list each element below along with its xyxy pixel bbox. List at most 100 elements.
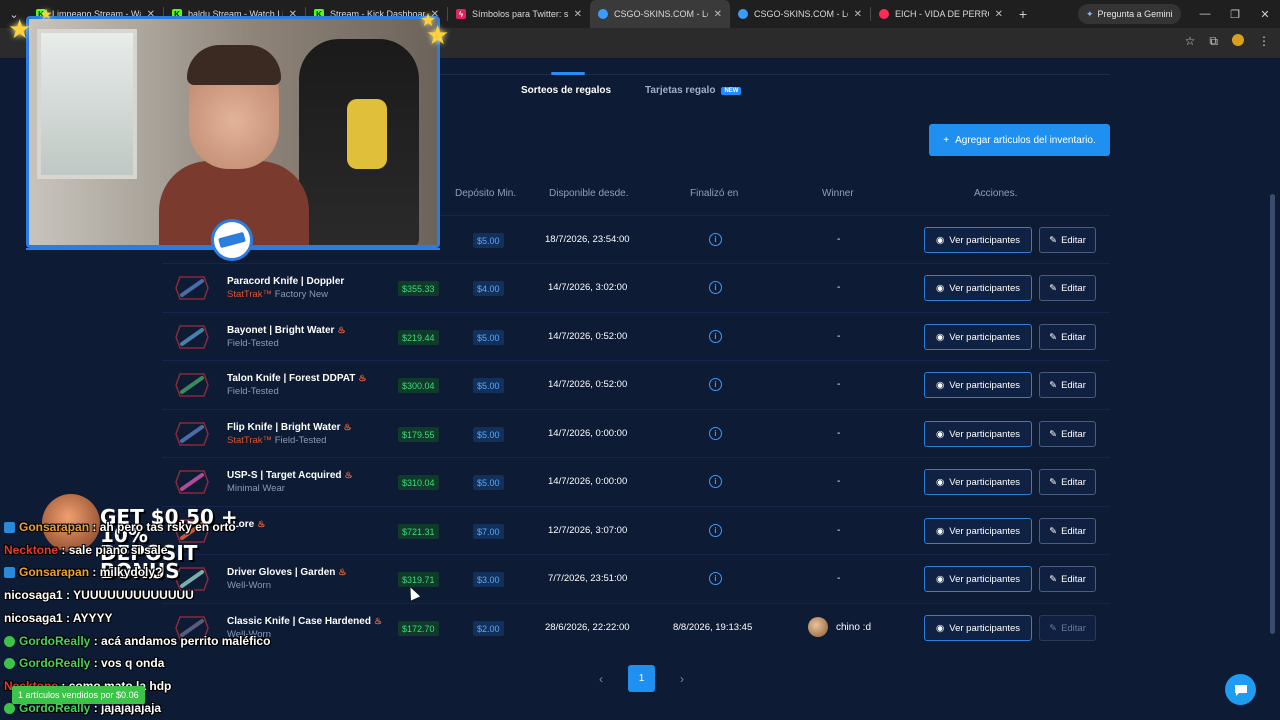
edit-button[interactable]: ✎ Editar xyxy=(1039,518,1096,544)
edit-button[interactable]: ✎ Editar xyxy=(1039,275,1096,301)
min-deposit: $2.00 xyxy=(473,621,504,636)
available-date: 14/7/2026, 0:00:00 xyxy=(548,428,628,439)
view-participants-button[interactable]: ◉ Ver participantes xyxy=(924,324,1032,350)
item-price: $355.33 xyxy=(398,281,439,296)
eye-icon: ◉ xyxy=(935,476,945,488)
info-icon[interactable]: i xyxy=(709,281,722,294)
view-participants-button[interactable]: ◉ Ver participantes xyxy=(924,566,1032,592)
view-participants-button[interactable]: ◉ Ver participantes xyxy=(924,615,1032,641)
more-menu-icon[interactable]: ⋮ xyxy=(1258,34,1270,49)
next-page-icon[interactable]: › xyxy=(673,672,691,686)
gemini-button[interactable]: ✦ Pregunta a Gemini xyxy=(1078,4,1181,24)
item-wear: StatTrak™ Factory New xyxy=(227,289,329,300)
bolt-icon: ϟ xyxy=(456,9,466,19)
profile-avatar[interactable] xyxy=(1232,34,1244,46)
close-tab-icon[interactable]: ✕ xyxy=(995,9,1003,20)
item-wear: StatTrak™ Field-Tested xyxy=(227,435,327,446)
view-participants-button[interactable]: ◉ Ver participantes xyxy=(924,275,1032,301)
available-date: 14/7/2026, 3:02:00 xyxy=(548,282,628,293)
minimize-icon[interactable]: — xyxy=(1190,0,1220,28)
winner: - xyxy=(837,476,841,487)
info-icon[interactable]: i xyxy=(709,524,722,537)
info-icon[interactable]: i xyxy=(709,378,722,391)
tab-6[interactable]: EICH - VIDA DE PERRO ✕ xyxy=(871,0,1011,28)
item-skin-icon xyxy=(175,422,209,446)
star-bookmark-icon[interactable]: ☆ xyxy=(1185,34,1196,49)
edit-button[interactable]: ✎ Editar xyxy=(1039,227,1096,253)
tab-5[interactable]: CSGO-SKINS.COM - Los m✕ xyxy=(730,0,870,28)
info-icon[interactable]: i xyxy=(709,572,722,585)
support-chat-button[interactable] xyxy=(1225,674,1256,705)
item-price: $319.71 xyxy=(398,572,439,587)
info-icon[interactable]: i xyxy=(709,330,722,343)
edit-button[interactable]: ✎ Editar xyxy=(1039,372,1096,398)
pagination: ‹ 1 › xyxy=(592,665,691,692)
close-tab-icon[interactable]: ✕ xyxy=(854,9,862,20)
column-available: Disponible desde. xyxy=(549,188,629,199)
winner: - xyxy=(837,428,841,439)
item-skin-icon xyxy=(175,470,209,494)
globe-icon xyxy=(598,9,608,19)
info-icon[interactable]: i xyxy=(709,475,722,488)
add-inventory-items-button[interactable]: + Agregar articulos del inventario. xyxy=(929,124,1110,156)
close-tab-icon[interactable]: ✕ xyxy=(714,9,722,20)
page-scrollbar[interactable] xyxy=(1270,194,1275,634)
new-tab-icon[interactable]: + xyxy=(1011,6,1035,22)
min-deposit: $4.00 xyxy=(473,281,504,296)
star-icon: ★ xyxy=(426,20,450,50)
item-wear: Minimal Wear xyxy=(227,483,285,494)
available-date: 14/7/2026, 0:00:00 xyxy=(548,476,628,487)
tab-giveaways[interactable]: Sorteos de regalos xyxy=(521,72,611,96)
record-icon xyxy=(879,9,889,19)
view-participants-button[interactable]: ◉ Ver participantes xyxy=(924,227,1032,253)
view-participants-button[interactable]: ◉ Ver participantes xyxy=(924,469,1032,495)
tab-3[interactable]: ϟ Símbolos para Twitter: sig ✕ xyxy=(448,0,590,28)
edit-icon: ✎ xyxy=(1049,379,1058,391)
item-skin-icon xyxy=(175,373,209,397)
view-participants-button[interactable]: ◉ Ver participantes xyxy=(924,372,1032,398)
chat-message: nicosaga1 : AYYYY xyxy=(4,611,113,625)
view-participants-button[interactable]: ◉ Ver participantes xyxy=(924,518,1032,544)
available-date: 7/7/2026, 23:51:00 xyxy=(548,573,628,584)
sold-items-banner: 1 artículos vendidos por $0.06 xyxy=(12,686,145,704)
chat-message: Gonsarapan : ah pero tas rsky en orto xyxy=(4,520,236,534)
chat-badge-icon xyxy=(4,566,15,578)
winner: - xyxy=(837,379,841,390)
edit-button[interactable]: ✎ Editar xyxy=(1039,469,1096,495)
tab-giftcards[interactable]: Tarjetas regalo NEW xyxy=(645,85,742,96)
restore-icon[interactable]: ❐ xyxy=(1220,0,1250,28)
fire-icon: ♨ xyxy=(343,422,352,432)
edit-icon: ✎ xyxy=(1049,282,1058,294)
item-name: USP-S | Target Acquired ♨ xyxy=(227,470,353,481)
table-row: Paracord Knife | Doppler StatTrak™ Factor… xyxy=(162,263,1110,311)
item-name: Classic Knife | Case Hardened ♨ xyxy=(227,616,383,627)
min-deposit: $5.00 xyxy=(473,427,504,442)
info-icon[interactable]: i xyxy=(709,233,722,246)
prev-page-icon[interactable]: ‹ xyxy=(592,672,610,686)
item-price: $172.70 xyxy=(398,621,439,636)
item-name: Talon Knife | Forest DDPAT ♨ xyxy=(227,373,367,384)
winner-avatar xyxy=(808,617,828,637)
page-1-button[interactable]: 1 xyxy=(628,665,655,692)
close-tab-icon[interactable]: ✕ xyxy=(574,9,582,20)
star-icon: ★ xyxy=(40,6,53,22)
min-deposit: $5.00 xyxy=(473,378,504,393)
view-participants-button[interactable]: ◉ Ver participantes xyxy=(924,421,1032,447)
edit-button[interactable]: ✎ Editar xyxy=(1039,421,1096,447)
tab-4-active[interactable]: CSGO-SKINS.COM - Lo ✕ xyxy=(590,0,730,28)
edit-button[interactable]: ✎ Editar xyxy=(1039,324,1096,350)
eye-icon: ◉ xyxy=(935,525,945,537)
min-deposit: $5.00 xyxy=(473,475,504,490)
chat-badge-icon xyxy=(4,702,15,714)
column-actions: Acciones. xyxy=(974,188,1018,199)
new-badge: NEW xyxy=(721,86,742,95)
eye-icon: ◉ xyxy=(935,282,945,294)
plus-icon: + xyxy=(943,134,950,146)
extensions-icon[interactable]: ⧉ xyxy=(1209,34,1218,49)
chat-message: Necktone : sale piano si sale xyxy=(4,543,168,557)
edit-button[interactable]: ✎ Editar xyxy=(1039,615,1096,641)
item-name: Paracord Knife | Doppler xyxy=(227,276,345,287)
info-icon[interactable]: i xyxy=(709,427,722,440)
edit-button[interactable]: ✎ Editar xyxy=(1039,566,1096,592)
close-window-icon[interactable]: ✕ xyxy=(1250,0,1280,28)
